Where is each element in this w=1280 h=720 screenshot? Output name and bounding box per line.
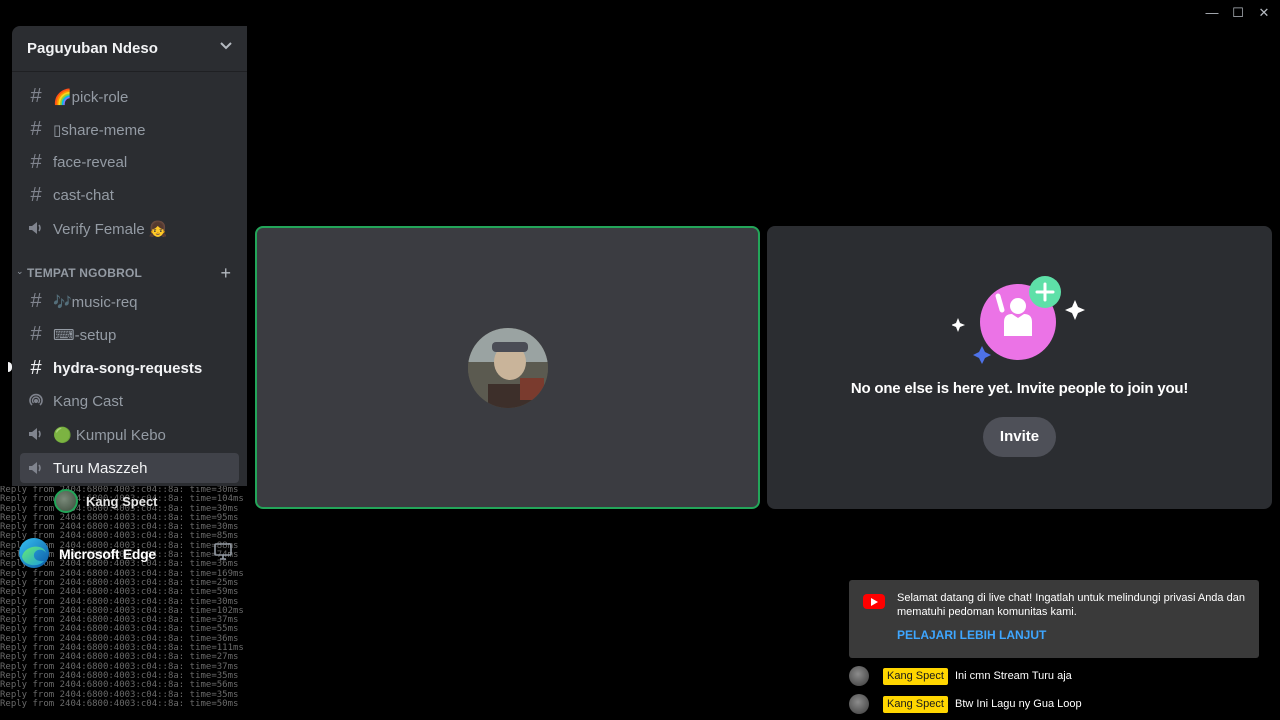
edge-logo-icon bbox=[19, 538, 49, 568]
avatar bbox=[54, 489, 78, 513]
channel-pick-role[interactable]: # 🌈pick-role bbox=[20, 81, 239, 111]
invite-button[interactable]: Invite bbox=[983, 417, 1056, 457]
terminal-output: Reply from 2404:6800:4003:c04::8a: time=… bbox=[0, 486, 300, 720]
channel-share-meme[interactable]: # ▯share-meme bbox=[20, 114, 239, 144]
channel-label: Turu Maszzeh bbox=[53, 460, 148, 477]
member-badge[interactable]: Kang Spect bbox=[883, 668, 948, 685]
terminal-line: Reply from 2404:6800:4003:c04::8a: time=… bbox=[0, 698, 239, 709]
channel-face-reveal[interactable]: # face-reveal bbox=[20, 147, 239, 177]
avatar bbox=[468, 328, 548, 408]
unread-indicator bbox=[8, 362, 12, 372]
member-badge[interactable]: Kang Spect bbox=[883, 696, 948, 713]
participant-tile[interactable] bbox=[255, 226, 760, 509]
chat-message-text: Btw Ini Lagu ny Gua Loop bbox=[955, 698, 1082, 710]
channel-hydra-song-requests[interactable]: # hydra-song-requests bbox=[8, 353, 239, 383]
speaker-icon bbox=[26, 459, 46, 479]
avatar bbox=[849, 666, 869, 686]
channel-label: 🟢 Kumpul Kebo bbox=[53, 427, 166, 444]
chevron-down-icon: ⌄ bbox=[16, 266, 24, 276]
minimize-button[interactable]: — bbox=[1202, 4, 1222, 22]
channel-label: cast-chat bbox=[53, 187, 114, 204]
youtube-icon bbox=[863, 594, 885, 609]
hashtag-icon: # bbox=[30, 184, 42, 206]
channel-label: Kang Cast bbox=[53, 393, 124, 410]
hashtag-icon: # bbox=[30, 290, 42, 312]
hashtag-icon: # bbox=[30, 357, 42, 379]
channel-music-req[interactable]: # 🎶music-req bbox=[20, 286, 239, 316]
category-label: TEMPAT NGOBROL bbox=[27, 266, 143, 280]
hashtag-icon: # bbox=[30, 323, 42, 345]
channel-label: Verify Female 👧 bbox=[53, 221, 168, 238]
hashtag-icon: # bbox=[30, 151, 42, 173]
invite-illustration-icon bbox=[952, 276, 1085, 364]
channel-label: 🌈pick-role bbox=[53, 89, 129, 106]
stream-app-name: Microsoft Edge bbox=[59, 546, 156, 562]
avatar bbox=[849, 694, 869, 714]
channel-turu-maszzeh[interactable]: Turu Maszzeh bbox=[20, 453, 239, 483]
screen-share-icon[interactable] bbox=[214, 543, 234, 561]
live-chat-notice: Selamat datang di live chat! Ingatlah un… bbox=[849, 580, 1259, 658]
speaker-icon bbox=[26, 219, 46, 239]
close-button[interactable]: ✕ bbox=[1254, 4, 1274, 22]
hashtag-icon: # bbox=[30, 118, 42, 140]
category-tempat-ngobrol[interactable]: ⌄ TEMPAT NGOBROL + bbox=[16, 263, 241, 284]
notice-text: Selamat datang di live chat! Ingatlah un… bbox=[897, 592, 1245, 618]
voice-user-name: Kang Spect bbox=[86, 494, 158, 509]
channel-label: ▯share-meme bbox=[53, 122, 146, 139]
channel-label: ⌨-setup bbox=[53, 327, 117, 344]
channel-setup[interactable]: # ⌨-setup bbox=[20, 319, 239, 349]
channel-label: 🎶music-req bbox=[53, 294, 138, 311]
channel-kumpul-kebo[interactable]: 🟢 Kumpul Kebo bbox=[20, 419, 239, 449]
chat-message-text: Ini cmn Stream Turu aja bbox=[955, 670, 1072, 682]
speaker-icon bbox=[26, 425, 46, 445]
maximize-button[interactable]: ☐ bbox=[1228, 4, 1248, 22]
channel-label: hydra-song-requests bbox=[53, 360, 203, 377]
hashtag-icon: # bbox=[30, 85, 42, 107]
learn-more-link[interactable]: PELAJARI LEBIH LANJUT bbox=[897, 628, 1046, 642]
channel-label: face-reveal bbox=[53, 154, 128, 171]
avatar-image bbox=[468, 328, 548, 408]
channel-verify-female[interactable]: Verify Female 👧 bbox=[20, 213, 239, 243]
server-name: Paguyuban Ndeso bbox=[27, 40, 158, 57]
chevron-down-icon bbox=[220, 42, 232, 50]
title-bar: — ☐ ✕ bbox=[0, 0, 1280, 26]
stage-icon bbox=[26, 392, 46, 412]
add-channel-icon[interactable]: + bbox=[220, 263, 231, 284]
server-header[interactable]: Paguyuban Ndeso bbox=[12, 26, 247, 72]
channel-cast-chat[interactable]: # cast-chat bbox=[20, 180, 239, 210]
invite-tile: No one else is here yet. Invite people t… bbox=[767, 226, 1272, 509]
channel-sidebar: Paguyuban Ndeso # 🌈pick-role # ▯share-me… bbox=[8, 26, 247, 486]
invite-message: No one else is here yet. Invite people t… bbox=[850, 380, 1189, 397]
channel-kang-cast[interactable]: Kang Cast bbox=[20, 386, 239, 416]
